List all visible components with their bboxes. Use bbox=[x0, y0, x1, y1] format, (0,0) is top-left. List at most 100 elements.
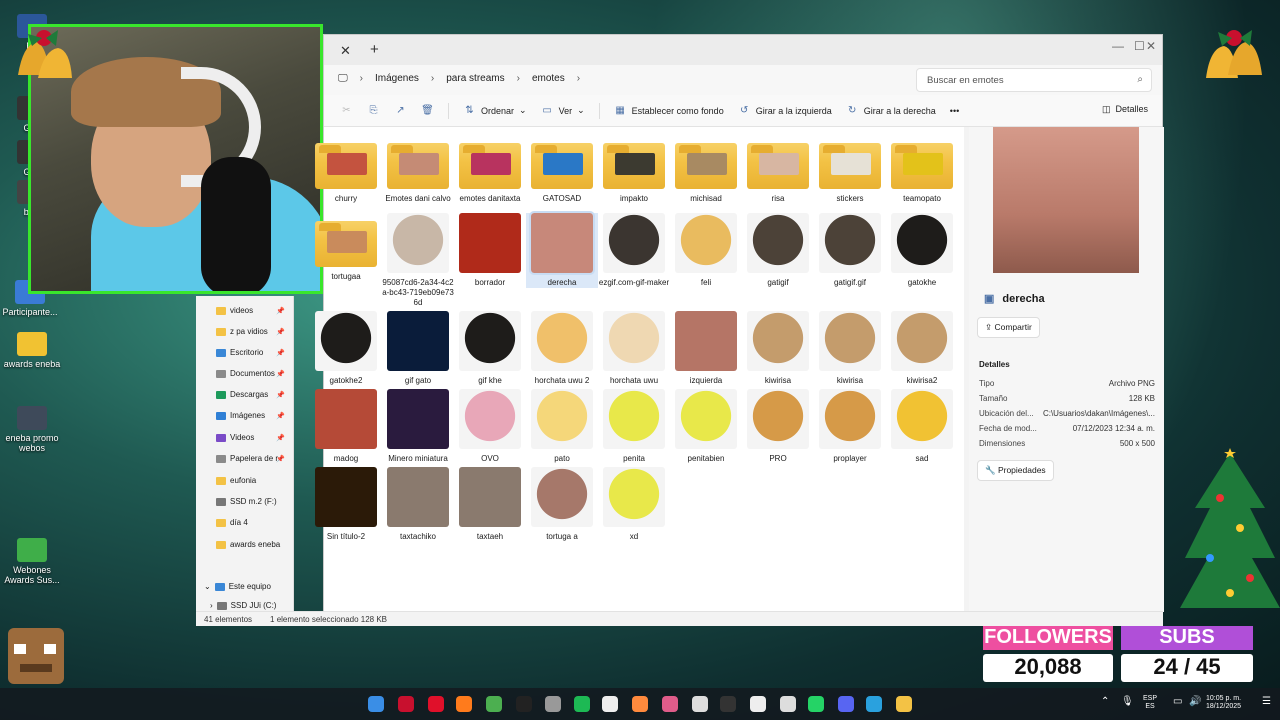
delete-icon[interactable]: 🗑 bbox=[421, 104, 434, 117]
taskbar-chrome-icon[interactable] bbox=[486, 696, 502, 712]
clock[interactable]: 10:05 p. m. 18/12/2025 bbox=[1206, 695, 1241, 711]
folder-item[interactable]: GATOSAD bbox=[526, 135, 598, 204]
image-file-item[interactable]: PRO bbox=[742, 389, 814, 464]
image-file-item[interactable]: penita bbox=[598, 389, 670, 464]
image-file-item[interactable]: OVO bbox=[454, 389, 526, 464]
image-file-item[interactable]: ezgif.com-gif-maker bbox=[598, 213, 670, 288]
image-file-item[interactable]: derecha bbox=[526, 211, 598, 288]
minimize-icon[interactable]: — bbox=[1112, 39, 1124, 53]
image-file-item[interactable]: feli bbox=[670, 213, 742, 288]
image-file-item[interactable]: 95087cd6-2a34-4c2a-bc43-719eb09e736d bbox=[382, 213, 454, 308]
taskbar-whatsapp-icon[interactable] bbox=[808, 696, 824, 712]
chevron-right-icon[interactable]: › bbox=[210, 601, 213, 610]
taskbar-telegram-icon[interactable] bbox=[866, 696, 882, 712]
nav-item[interactable]: Descargas bbox=[216, 390, 268, 399]
image-file-item[interactable]: gif gato bbox=[382, 311, 454, 386]
nav-item[interactable]: Videos bbox=[216, 433, 254, 442]
image-file-item[interactable]: izquierda bbox=[670, 311, 742, 386]
folder-item[interactable]: impakto bbox=[598, 135, 670, 204]
breadcrumb[interactable]: 🖵 › Imágenes › para streams › emotes › bbox=[338, 73, 580, 84]
image-file-item[interactable]: horchata uwu bbox=[598, 311, 670, 386]
image-file-item[interactable]: horchata uwu 2 bbox=[526, 311, 598, 386]
set-background-button[interactable]: ▦ Establecer como fondo bbox=[614, 104, 723, 117]
properties-button[interactable]: 🔧 Propiedades bbox=[977, 460, 1054, 481]
taskbar-game-icon[interactable] bbox=[750, 696, 766, 712]
sort-button[interactable]: ⇅ Ordenar ⌄ bbox=[463, 104, 526, 117]
nav-item[interactable]: Escritorio bbox=[216, 348, 263, 357]
image-file-item[interactable]: borrador bbox=[454, 213, 526, 288]
folder-item[interactable]: teamopato bbox=[886, 135, 958, 204]
image-file-item[interactable]: Minero miniatura bbox=[382, 389, 454, 464]
folder-item[interactable]: churry bbox=[310, 135, 382, 204]
image-file-item[interactable]: gatokhe bbox=[886, 213, 958, 288]
desktop-icon[interactable]: eneba promo webos bbox=[2, 406, 62, 453]
folder-item[interactable]: stickers bbox=[814, 135, 886, 204]
close-window-icon[interactable]: ✕ bbox=[1146, 39, 1156, 53]
image-file-item[interactable]: sad bbox=[886, 389, 958, 464]
nav-item[interactable]: ⌄ Este equipo bbox=[204, 582, 271, 591]
image-file-item[interactable]: pato bbox=[526, 389, 598, 464]
image-file-item[interactable]: xd bbox=[598, 467, 670, 542]
rotate-left-button[interactable]: ↺ Girar a la izquierda bbox=[738, 104, 832, 117]
taskbar-terminal-icon[interactable] bbox=[516, 696, 532, 712]
nav-item[interactable]: z pa vidios bbox=[216, 327, 268, 336]
breadcrumb-para-streams[interactable]: para streams bbox=[446, 73, 504, 84]
image-file-item[interactable]: madog bbox=[310, 389, 382, 464]
nav-item[interactable]: día 4 bbox=[216, 518, 248, 527]
image-file-item[interactable]: gatigif.gif bbox=[814, 213, 886, 288]
nav-item[interactable]: videos bbox=[216, 306, 253, 315]
nav-item[interactable]: › SSD JUi (C:) bbox=[210, 601, 276, 610]
language-indicator[interactable]: ESP ES bbox=[1143, 695, 1157, 711]
folder-item[interactable]: risa bbox=[742, 135, 814, 204]
folder-item[interactable]: tortugaa bbox=[310, 213, 382, 282]
nav-item[interactable]: Papelera de r bbox=[216, 454, 278, 463]
taskbar-opera-icon[interactable] bbox=[428, 696, 444, 712]
breadcrumb-imagenes[interactable]: Imágenes bbox=[375, 73, 419, 84]
share-button[interactable]: ⇪ Compartir bbox=[977, 317, 1040, 338]
image-file-item[interactable]: Sin título-2 bbox=[310, 467, 382, 542]
new-tab-icon[interactable]: + bbox=[370, 41, 379, 58]
image-file-item[interactable]: tortuga a bbox=[526, 467, 598, 542]
nav-item[interactable]: eufonia bbox=[216, 476, 256, 485]
rename-icon[interactable]: ⎘ bbox=[367, 104, 380, 117]
taskbar-capture-icon[interactable] bbox=[780, 696, 796, 712]
image-file-item[interactable]: gif khe bbox=[454, 311, 526, 386]
image-file-item[interactable]: gatokhe2 bbox=[310, 311, 382, 386]
folder-item[interactable]: Emotes dani calvo bbox=[382, 135, 454, 204]
nav-item[interactable]: awards eneba bbox=[216, 540, 280, 549]
chevron-up-icon[interactable]: ⌃ bbox=[1101, 697, 1109, 707]
volume-icon[interactable]: 🔊 bbox=[1189, 697, 1201, 707]
taskbar-start-icon[interactable] bbox=[368, 696, 384, 712]
more-options-button[interactable]: ••• bbox=[950, 106, 959, 116]
search-input[interactable]: Buscar en emotes ⌕ bbox=[916, 68, 1152, 92]
desktop-icon[interactable]: awards eneba bbox=[2, 332, 62, 369]
nav-item[interactable]: Documentos bbox=[216, 369, 275, 378]
folder-item[interactable]: emotes danitaxta bbox=[454, 135, 526, 204]
details-toggle-button[interactable]: ◫ Detalles bbox=[1102, 104, 1148, 115]
taskbar-clipboard-icon[interactable] bbox=[692, 696, 708, 712]
taskbar-discord-icon[interactable] bbox=[838, 696, 854, 712]
taskbar-spotify-icon[interactable] bbox=[574, 696, 590, 712]
taskbar-capcut-icon[interactable] bbox=[602, 696, 618, 712]
view-button[interactable]: ▭ Ver ⌄ bbox=[541, 104, 584, 117]
image-file-item[interactable]: kiwirisa2 bbox=[886, 311, 958, 386]
nav-item[interactable]: SSD m.2 (F:) bbox=[216, 497, 277, 506]
taskbar-firefox-icon[interactable] bbox=[456, 696, 472, 712]
desktop-icon[interactable]: Webones Awards Sus... bbox=[2, 538, 62, 585]
network-icon[interactable]: ▭ bbox=[1173, 697, 1182, 707]
image-file-item[interactable]: gatigif bbox=[742, 213, 814, 288]
microphone-icon[interactable]: 🎙 bbox=[1121, 697, 1134, 707]
image-file-item[interactable]: kiwirisa bbox=[742, 311, 814, 386]
image-file-item[interactable]: kiwirisa bbox=[814, 311, 886, 386]
image-file-item[interactable]: taxtaeh bbox=[454, 467, 526, 542]
image-file-item[interactable]: proplayer bbox=[814, 389, 886, 464]
cut-icon[interactable]: ✂ bbox=[340, 104, 353, 117]
rotate-right-button[interactable]: ↻ Girar a la derecha bbox=[846, 104, 936, 117]
taskbar-folder-icon[interactable] bbox=[896, 696, 912, 712]
share-icon[interactable]: ↗ bbox=[394, 104, 407, 117]
taskbar-amd-icon[interactable] bbox=[398, 696, 414, 712]
close-tab-icon[interactable]: ✕ bbox=[340, 43, 351, 59]
chevron-down-icon[interactable]: ⌄ bbox=[204, 582, 211, 591]
image-file-item[interactable]: taxtachiko bbox=[382, 467, 454, 542]
taskbar-app-icon[interactable] bbox=[662, 696, 678, 712]
